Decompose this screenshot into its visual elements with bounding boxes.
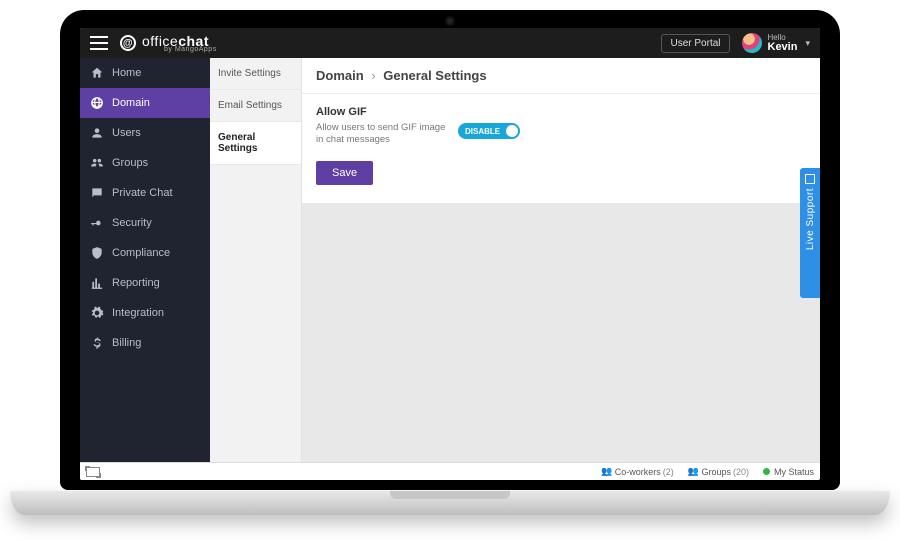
footer-bar: 👥 Co-workers (2) 👥 Groups (20) My Status — [80, 462, 820, 480]
footer-coworkers-count: (2) — [663, 467, 674, 477]
sidebar-item-label: Domain — [112, 97, 150, 109]
groups-small-icon: 👥 — [688, 466, 699, 477]
app-screen: officechat by MangoApps User Portal Hell… — [80, 28, 820, 480]
avatar — [742, 33, 762, 53]
sidebar-item-label: Billing — [112, 337, 141, 349]
allow-gif-toggle[interactable]: DISABLE — [458, 123, 520, 139]
users-small-icon: 👥 — [601, 466, 612, 477]
breadcrumb-page: General Settings — [383, 68, 486, 83]
subnav-general-settings[interactable]: General Settings — [210, 122, 301, 165]
menu-toggle-icon[interactable] — [90, 36, 108, 50]
sidebar-item-domain[interactable]: Domain — [80, 88, 210, 118]
chevron-down-icon: ▾ — [805, 38, 810, 49]
sidebar-item-private-chat[interactable]: Private Chat — [80, 178, 210, 208]
sidebar-item-label: Integration — [112, 307, 164, 319]
sidebar-item-label: Home — [112, 67, 141, 79]
dollar-icon — [90, 336, 104, 350]
sidebar-item-users[interactable]: Users — [80, 118, 210, 148]
sidebar-item-billing[interactable]: Billing — [80, 328, 210, 358]
sidebar-item-compliance[interactable]: Compliance — [80, 238, 210, 268]
footer-coworkers[interactable]: 👥 Co-workers (2) — [601, 466, 674, 477]
sidebar-item-home[interactable]: Home — [80, 58, 210, 88]
sidebar-item-security[interactable]: Security — [80, 208, 210, 238]
user-menu[interactable]: Hello Kevin ▾ — [742, 33, 811, 53]
chat-icon — [90, 186, 104, 200]
support-icon — [805, 174, 815, 184]
globe-icon — [90, 96, 104, 110]
live-support-label: Live Support — [805, 188, 816, 250]
sidebar-item-integration[interactable]: Integration — [80, 298, 210, 328]
bar-chart-icon — [90, 276, 104, 290]
sidebar-item-label: Groups — [112, 157, 148, 169]
settings-panel: Allow GIF Allow users to send GIF image … — [302, 94, 820, 203]
live-support-tab[interactable]: Live Support — [800, 168, 820, 298]
breadcrumb: Domain › General Settings — [302, 58, 820, 94]
sidebar-item-label: Compliance — [112, 247, 170, 259]
save-button[interactable]: Save — [316, 161, 373, 185]
sidebar-item-label: Security — [112, 217, 152, 229]
gear-icon — [90, 306, 104, 320]
users-icon — [90, 156, 104, 170]
user-portal-button[interactable]: User Portal — [661, 34, 729, 53]
sub-nav: Invite Settings Email Settings General S… — [210, 58, 302, 462]
sidebar-item-reporting[interactable]: Reporting — [80, 268, 210, 298]
toggle-knob-icon — [506, 125, 518, 137]
user-icon — [90, 126, 104, 140]
footer-status-label: My Status — [774, 467, 814, 477]
sidebar-item-label: Reporting — [112, 277, 160, 289]
status-dot-icon — [763, 468, 770, 475]
brand-logo[interactable]: officechat by MangoApps — [120, 34, 217, 53]
setting-title-allow-gif: Allow GIF — [316, 106, 406, 118]
brand-mark-icon — [120, 35, 136, 51]
footer-groups-label: Groups — [701, 467, 731, 477]
sidebar: Home Domain Users Groups Private Chat — [80, 58, 210, 462]
sidebar-item-label: Private Chat — [112, 187, 173, 199]
expand-icon[interactable] — [86, 467, 100, 477]
breadcrumb-separator: › — [371, 68, 375, 83]
footer-coworkers-label: Co-workers — [615, 467, 661, 477]
subnav-invite-settings[interactable]: Invite Settings — [210, 58, 301, 90]
key-icon — [90, 216, 104, 230]
topbar: officechat by MangoApps User Portal Hell… — [80, 28, 820, 58]
content-area: Domain › General Settings Allow GIF Allo… — [302, 58, 820, 462]
footer-groups-count: (20) — [733, 467, 749, 477]
sidebar-item-label: Users — [112, 127, 141, 139]
home-icon — [90, 66, 104, 80]
setting-desc-allow-gif: Allow users to send GIF image in chat me… — [316, 122, 446, 147]
subnav-email-settings[interactable]: Email Settings — [210, 90, 301, 122]
footer-groups[interactable]: 👥 Groups (20) — [688, 466, 749, 477]
brand-subtitle: by MangoApps — [164, 46, 217, 53]
toggle-label: DISABLE — [465, 127, 500, 136]
breadcrumb-section: Domain — [316, 68, 364, 83]
sidebar-item-groups[interactable]: Groups — [80, 148, 210, 178]
user-name: Kevin — [768, 42, 798, 53]
shield-icon — [90, 246, 104, 260]
footer-status[interactable]: My Status — [763, 467, 814, 477]
